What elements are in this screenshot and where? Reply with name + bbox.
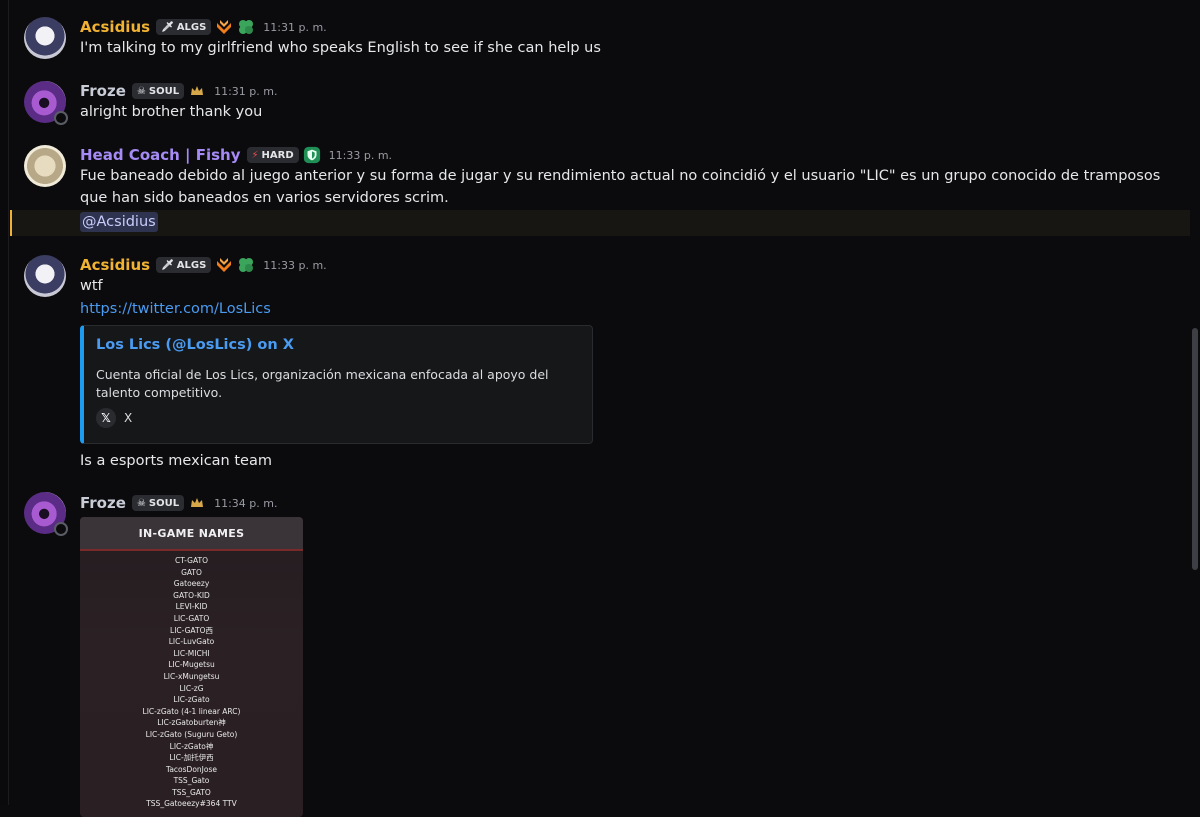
skull-icon: ☠ — [136, 497, 146, 509]
in-game-name: GATO — [181, 567, 202, 577]
in-game-name: LIC-Mugetsu — [168, 660, 215, 670]
in-game-name: Gatoeezy — [173, 579, 210, 589]
in-game-name: LIC-zGato (4-1 linear ARC) — [142, 706, 241, 716]
message-header: Froze ☠ SOUL 11:34 p. m. — [80, 494, 277, 512]
in-game-name: TSS_Gato — [173, 776, 210, 786]
guild-tag[interactable]: ☠ SOUL — [131, 495, 185, 511]
image-title: IN-GAME NAMES — [80, 517, 303, 551]
in-game-name: TacosDonJose — [166, 764, 217, 774]
in-game-name: LIC-zGato — [173, 695, 210, 705]
in-game-name: LIC-zGato神 — [169, 741, 214, 751]
username[interactable]: Froze — [80, 494, 126, 512]
crown-icon[interactable] — [188, 494, 206, 512]
in-game-name: LIC-MICHI — [173, 648, 210, 658]
in-game-name: TSS_GATO — [172, 787, 211, 797]
scrollbar-track[interactable] — [1190, 0, 1200, 805]
in-game-name: LIC-GATO西 — [170, 625, 213, 635]
in-game-name: LEVI-KID — [175, 602, 208, 612]
in-game-name: LIC-zG — [179, 683, 204, 693]
in-game-name: LIC-zGato (Suguru Geto) — [145, 729, 238, 739]
in-game-name: LIC-LuvGato — [168, 637, 215, 647]
in-game-name: LIC-GATO — [173, 613, 210, 623]
in-game-name: GATO-KID — [173, 590, 210, 600]
in-game-name: LIC-zGatoburten神 — [157, 718, 226, 728]
scrollbar-thumb[interactable] — [1192, 328, 1198, 570]
image-attachment[interactable]: IN-GAME NAMES CT-GATO GATO Gatoeezy GATO-KI… — [80, 517, 303, 817]
in-game-name: LIC-加托伊西 — [169, 753, 214, 763]
in-game-name: CT-GATO — [175, 556, 208, 565]
in-game-name: TSS_Gatoeezy#364 TTV — [146, 799, 237, 809]
guild-tag-label: SOUL — [148, 497, 180, 509]
timestamp[interactable]: 11:34 p. m. — [214, 497, 277, 510]
in-game-names-list: CT-GATO GATO Gatoeezy GATO-KID LEVI-KID LIC-G… — [80, 551, 303, 810]
in-game-name: LIC-xMungetsu — [163, 671, 220, 681]
status-indicator — [54, 522, 68, 536]
